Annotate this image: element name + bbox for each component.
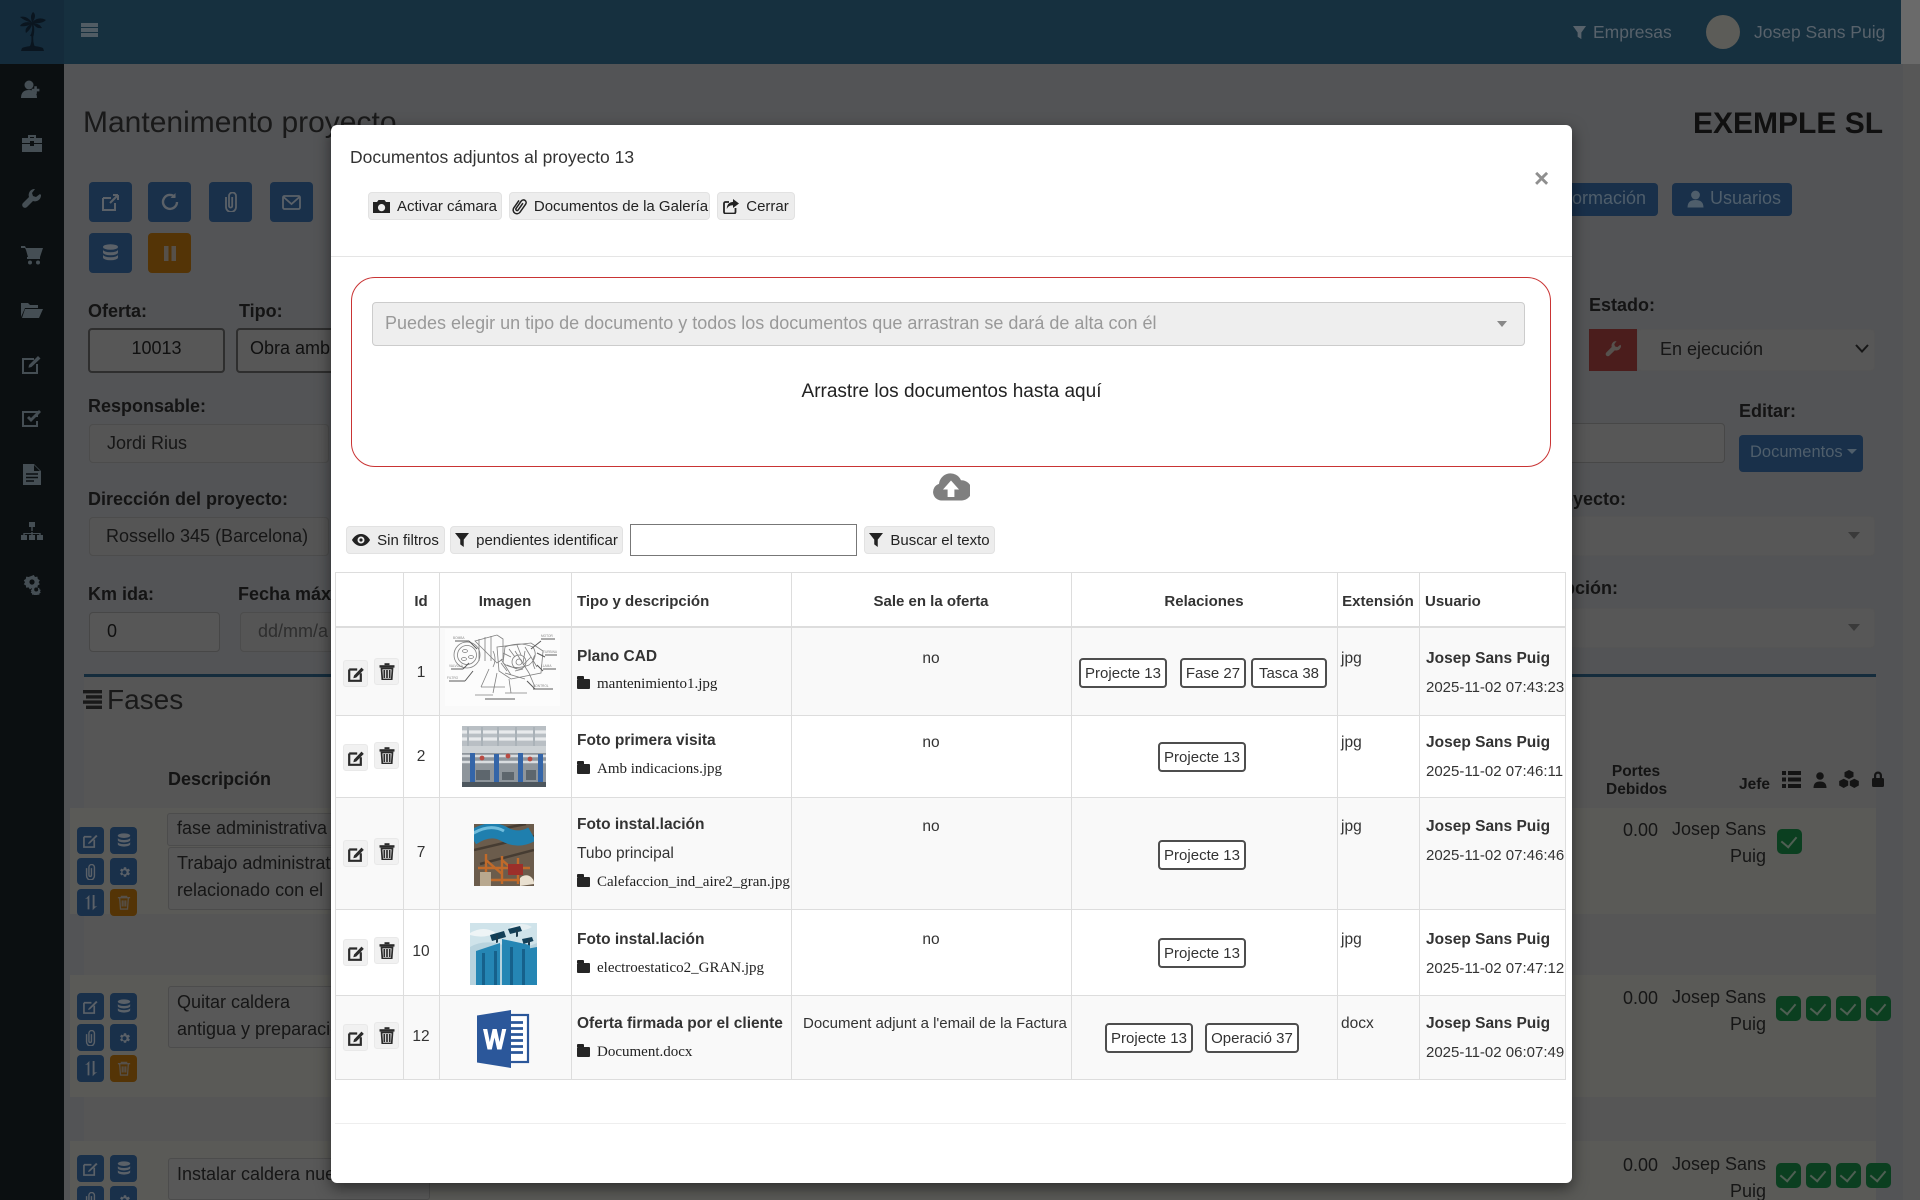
- svg-text:LLAMA: LLAMA: [541, 664, 552, 668]
- svg-text:BOMBA: BOMBA: [453, 636, 465, 640]
- svg-text:MOTOR: MOTOR: [541, 634, 554, 638]
- svg-text:TURBINA: TURBINA: [543, 650, 558, 654]
- svg-text:CONTROL: CONTROL: [533, 684, 549, 688]
- svg-text:VALVULA: VALVULA: [449, 664, 464, 668]
- svg-text:FILTRO: FILTRO: [447, 676, 459, 680]
